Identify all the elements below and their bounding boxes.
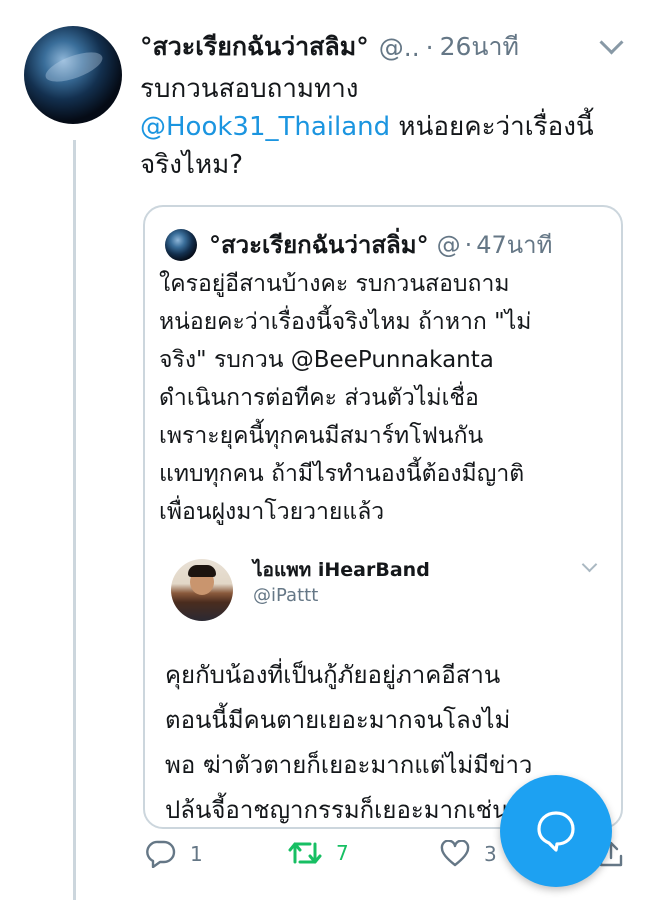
- like-count: 3: [484, 842, 497, 866]
- embedded-display-name: ไอแพท iHearBand: [253, 559, 430, 581]
- tweet-text-line: @Hook31_Thailand หน่อยคะว่าเรื่องนี้: [140, 108, 630, 146]
- tweet-text-line: รบกวนสอบถามทาง: [140, 74, 359, 104]
- quoted-tweet-text: ใครอยู่อีสานบ้างคะ รบกวนสอบถาม หน่อยคะว่…: [159, 271, 532, 525]
- display-name[interactable]: °สวะเรียกฉันว่าสลิม°: [140, 27, 369, 67]
- chevron-down-icon: [581, 556, 598, 573]
- retweet-icon: [288, 842, 322, 864]
- compose-button[interactable]: [500, 775, 612, 887]
- embedded-user-handle: @iPattt: [253, 585, 319, 606]
- embedded-avatar: [171, 559, 233, 621]
- separator-dot: ·: [425, 32, 434, 62]
- mention-link[interactable]: @Hook31_Thailand: [140, 112, 390, 142]
- tweet-text-line: จริงไหม?: [140, 150, 244, 180]
- avatar[interactable]: [24, 26, 122, 124]
- reply-count: 1: [190, 842, 203, 866]
- like-button[interactable]: 3: [440, 840, 497, 868]
- separator-dot: ·: [464, 230, 473, 259]
- reply-icon: [146, 840, 176, 868]
- user-handle[interactable]: @..: [379, 33, 420, 62]
- tweet-text: รบกวนสอบถามทาง @Hook31_Thailand หน่อยคะว…: [140, 70, 630, 184]
- quoted-timestamp: 47นาที: [476, 231, 553, 259]
- tweet-timestamp[interactable]: 26นาที: [440, 27, 519, 67]
- quoted-display-name: °สวะเรียกฉันว่าสลิ่ม°: [209, 231, 429, 259]
- reply-button[interactable]: 1: [146, 840, 203, 868]
- quoted-tweet-header: °สวะเรียกฉันว่าสลิ่ม° @ · 47นาที: [165, 225, 552, 264]
- thread-connector-line: [73, 140, 76, 900]
- quoted-avatar: [165, 228, 197, 261]
- tweet-header: °สวะเรียกฉันว่าสลิม° @.. · 26นาที: [140, 30, 650, 64]
- retweet-count: 7: [336, 841, 349, 865]
- retweet-button[interactable]: 7: [288, 840, 349, 866]
- quoted-tweet-card[interactable]: °สวะเรียกฉันว่าสลิ่ม° @ · 47นาที ใครอยู่…: [143, 205, 623, 829]
- heart-icon: [440, 840, 470, 867]
- compose-chat-icon: [537, 811, 575, 852]
- quoted-user-handle: @: [436, 230, 461, 259]
- tweet-text-fragment: หน่อยคะว่าเรื่องนี้: [390, 112, 594, 142]
